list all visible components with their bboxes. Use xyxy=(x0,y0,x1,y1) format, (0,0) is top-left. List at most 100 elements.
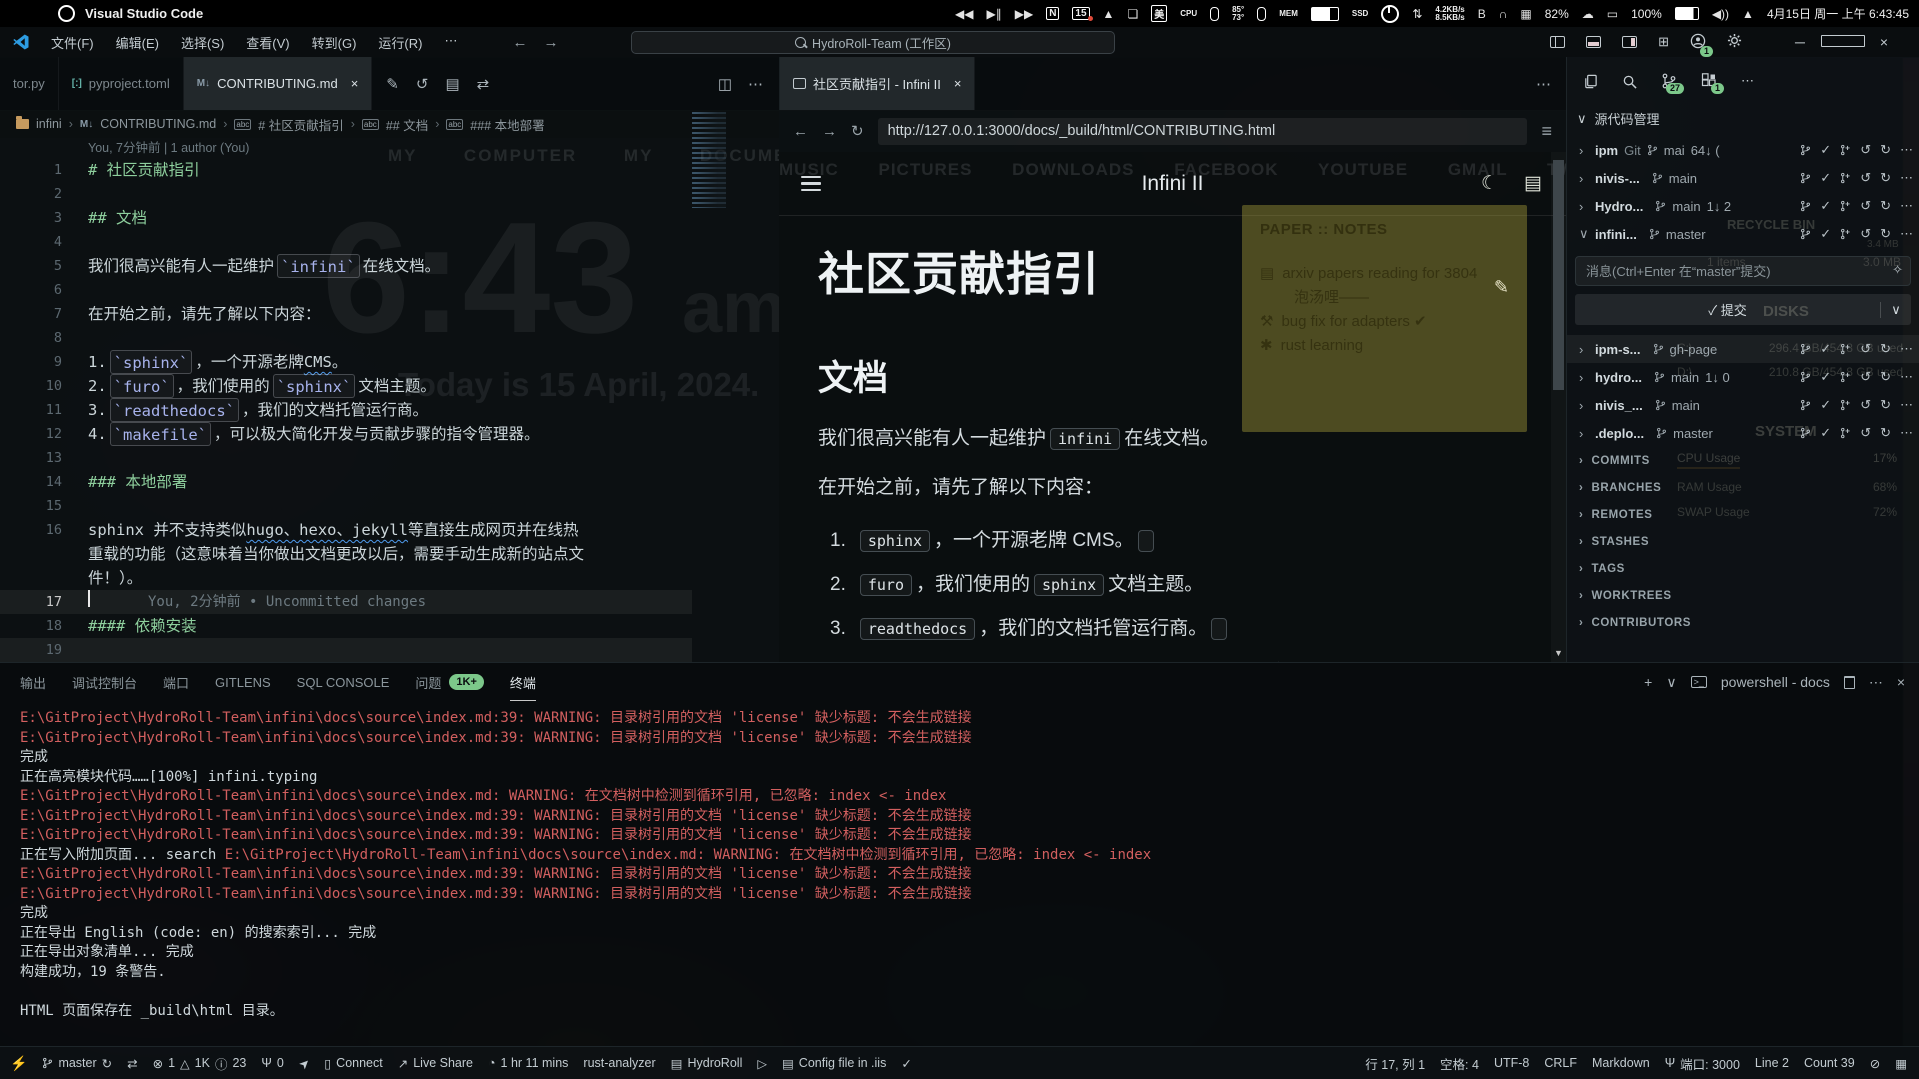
scroll-down-icon[interactable]: ▼ xyxy=(1554,648,1563,658)
panel-tab[interactable]: 端口 xyxy=(163,663,189,701)
command-center-search[interactable]: HydroRoll-Team (工作区) xyxy=(631,31,1115,54)
browser-forward-icon[interactable]: → xyxy=(822,123,837,140)
menu-item[interactable]: 选择(S) xyxy=(172,30,233,55)
note-edit-pencil-icon[interactable]: ✎ xyxy=(1494,277,1509,298)
tab-editor-py[interactable]: tor.py xyxy=(0,57,59,110)
compare-icon[interactable]: ⇄ xyxy=(127,1056,137,1071)
close-panel-icon[interactable]: × xyxy=(1897,674,1905,690)
keyboard-icon[interactable]: ▦ xyxy=(1520,7,1531,21)
close-tab-icon[interactable]: × xyxy=(954,76,962,91)
media-play-icon[interactable]: ▶∥ xyxy=(986,7,1001,21)
port-status[interactable]: Ψ端口: 3000 xyxy=(1665,1054,1740,1073)
menu-item[interactable]: 运行(R) xyxy=(369,30,431,55)
notifications-muted-icon[interactable]: ⊘ xyxy=(1870,1056,1880,1071)
site-brand[interactable]: Infini II xyxy=(779,172,1566,196)
breadcrumb-h2[interactable]: ## 文档 xyxy=(386,115,428,134)
cursor-position[interactable]: 行 17, 列 1 xyxy=(1365,1054,1425,1073)
check-icon[interactable]: ✓ xyxy=(901,1056,911,1071)
scm-section-row[interactable]: ›BRANCHES xyxy=(1567,474,1919,501)
remote-indicator-icon[interactable]: ⚡ xyxy=(10,1055,27,1072)
source-control-icon[interactable]: 27 xyxy=(1661,73,1677,89)
copy-files-icon[interactable] xyxy=(1583,74,1598,89)
toggle-sidebar-icon[interactable] xyxy=(1550,36,1565,48)
close-button[interactable]: × xyxy=(1863,34,1905,50)
panel-tab[interactable]: 问题1K+ xyxy=(415,663,484,701)
customize-layout-icon[interactable]: ⊞ xyxy=(1658,34,1669,50)
terminal-output[interactable]: E:\GitProject\HydroRoll-Team\infini\docs… xyxy=(0,701,1919,1060)
account-icon[interactable]: 1 xyxy=(1690,33,1706,52)
browser-back-icon[interactable]: ← xyxy=(793,123,808,140)
calendar-icon[interactable]: 15 xyxy=(1072,7,1089,20)
display-icon[interactable]: ▭ xyxy=(1607,7,1618,21)
sticky-note-widget[interactable]: PAPER :: NOTES ▤arxiv papers reading for… xyxy=(1242,205,1527,432)
project-status[interactable]: ▤HydroRoll xyxy=(671,1056,743,1071)
toc-icon[interactable]: ▤ xyxy=(1524,172,1542,195)
scm-section-row[interactable]: ›REMOTES xyxy=(1567,501,1919,528)
commit-button[interactable]: ✓ 提交 ∨ xyxy=(1575,294,1911,325)
breadcrumb-h1[interactable]: # 社区贡献指引 xyxy=(258,115,343,134)
scm-section-row[interactable]: ›CONTRIBUTORS xyxy=(1567,609,1919,636)
tab-contributing-md[interactable]: M↓ CONTRIBUTING.md × xyxy=(184,57,373,110)
tray-clock[interactable]: 4月15日 周一 上午 6:43:45 xyxy=(1767,5,1909,22)
split-editor-icon[interactable]: ◫ xyxy=(718,75,732,93)
menu-item[interactable]: 文件(F) xyxy=(42,30,103,55)
search-icon[interactable] xyxy=(1622,74,1637,89)
more-views-icon[interactable]: ⋯ xyxy=(1741,73,1754,89)
scm-section-row[interactable]: ›STASHES xyxy=(1567,528,1919,555)
scm-section-row[interactable]: ›COMMITS xyxy=(1567,447,1919,474)
more-actions-icon[interactable]: ⋯ xyxy=(748,75,763,93)
panel-tab[interactable]: 调试控制台 xyxy=(72,663,137,701)
markdown-editor[interactable]: MY COMPUTER MY DOCUMENTS 6:43 am Today i… xyxy=(0,138,779,662)
edit-pencil-icon[interactable]: ✎ xyxy=(386,75,399,93)
timeline-history-icon[interactable]: ↺ xyxy=(416,75,429,93)
panel-tab[interactable]: 输出 xyxy=(20,663,46,701)
settings-gear-icon[interactable] xyxy=(1727,33,1742,51)
repo-row[interactable]: › nivis-... main ✓ ↺ ↻ ⋯ xyxy=(1567,164,1919,192)
menu-item[interactable]: 转到(G) xyxy=(303,30,366,55)
menu-item[interactable]: ⋯ xyxy=(435,30,466,55)
notion-icon[interactable]: N xyxy=(1046,7,1059,20)
terminal-dropdown-icon[interactable]: ∨ xyxy=(1666,674,1676,691)
eol[interactable]: CRLF xyxy=(1544,1056,1577,1070)
menu-item[interactable]: 编辑(E) xyxy=(107,30,168,55)
nav-back-icon[interactable]: ← xyxy=(512,34,527,51)
microphone-icon[interactable] xyxy=(1257,7,1266,21)
app-menu-icon[interactable] xyxy=(58,5,75,22)
branch-status[interactable]: master ↻ xyxy=(42,1056,112,1071)
toggle-secondary-sidebar-icon[interactable] xyxy=(1622,36,1637,48)
language-mode[interactable]: Markdown xyxy=(1592,1056,1650,1070)
ime-indicator[interactable]: 美 xyxy=(1151,5,1167,22)
terminal-instance-label[interactable]: powershell - docs xyxy=(1721,674,1830,690)
sync-icon[interactable]: ↻ xyxy=(102,1056,112,1071)
minimize-button[interactable]: ─ xyxy=(1779,34,1821,50)
panel-tab[interactable]: 终端 xyxy=(510,663,536,701)
tab-pyproject-toml[interactable]: [:] pyproject.toml xyxy=(59,57,184,110)
eject-icon[interactable]: ▲ xyxy=(1103,7,1115,21)
more-actions-icon[interactable]: ⋯ xyxy=(1536,75,1551,93)
repo-row[interactable]: › ipm Git mai 64↓ ( ✓ ↺ ↻ ⋯ xyxy=(1567,136,1919,164)
time-tracker[interactable]: ◔1 hr 11 mins xyxy=(488,1056,568,1070)
menu-item[interactable]: 查看(V) xyxy=(237,30,298,55)
repo-row[interactable]: › nivis_... main ✓ ↺ ↻ ⋯ xyxy=(1567,391,1919,419)
repo-row[interactable]: › ipm-s... gh-page ✓ ↺ ↻ ⋯ xyxy=(1567,335,1919,363)
repo-row[interactable]: ∨ infini... master ✓ ↺ ↻ ⋯ xyxy=(1567,220,1919,248)
speaker-icon[interactable]: ◀)) xyxy=(1712,7,1729,21)
rust-analyzer-status[interactable]: rust-analyzer xyxy=(583,1056,655,1070)
repo-row[interactable]: › hydro... main 1↓ 0 ✓ ↺ ↻ ⋯ xyxy=(1567,363,1919,391)
minimap[interactable] xyxy=(692,112,726,208)
live-share-button[interactable]: ↗Live Share xyxy=(398,1056,473,1071)
browser-menu-icon[interactable]: ≡ xyxy=(1541,121,1552,142)
connect-button[interactable]: ▯Connect xyxy=(324,1056,382,1071)
media-next-icon[interactable]: ▶▶ xyxy=(1015,7,1033,21)
eject2-icon[interactable]: ▲ xyxy=(1742,7,1754,21)
close-tab-icon[interactable]: × xyxy=(351,76,359,91)
scrollbar-thumb[interactable] xyxy=(1553,160,1564,390)
rocket-icon[interactable]: ➤ xyxy=(295,1054,313,1072)
tab-simple-browser[interactable]: 社区贡献指引 - Infini II × xyxy=(780,57,975,110)
window-switch-icon[interactable]: ❏ xyxy=(1127,7,1138,21)
count-status[interactable]: Count 39 xyxy=(1804,1056,1855,1070)
open-changes-icon[interactable]: ⇄ xyxy=(477,75,490,93)
indentation[interactable]: 空格: 4 xyxy=(1440,1054,1479,1073)
headset-icon[interactable]: ∩ xyxy=(1499,7,1508,21)
bluetooth-icon[interactable]: B xyxy=(1478,7,1486,21)
